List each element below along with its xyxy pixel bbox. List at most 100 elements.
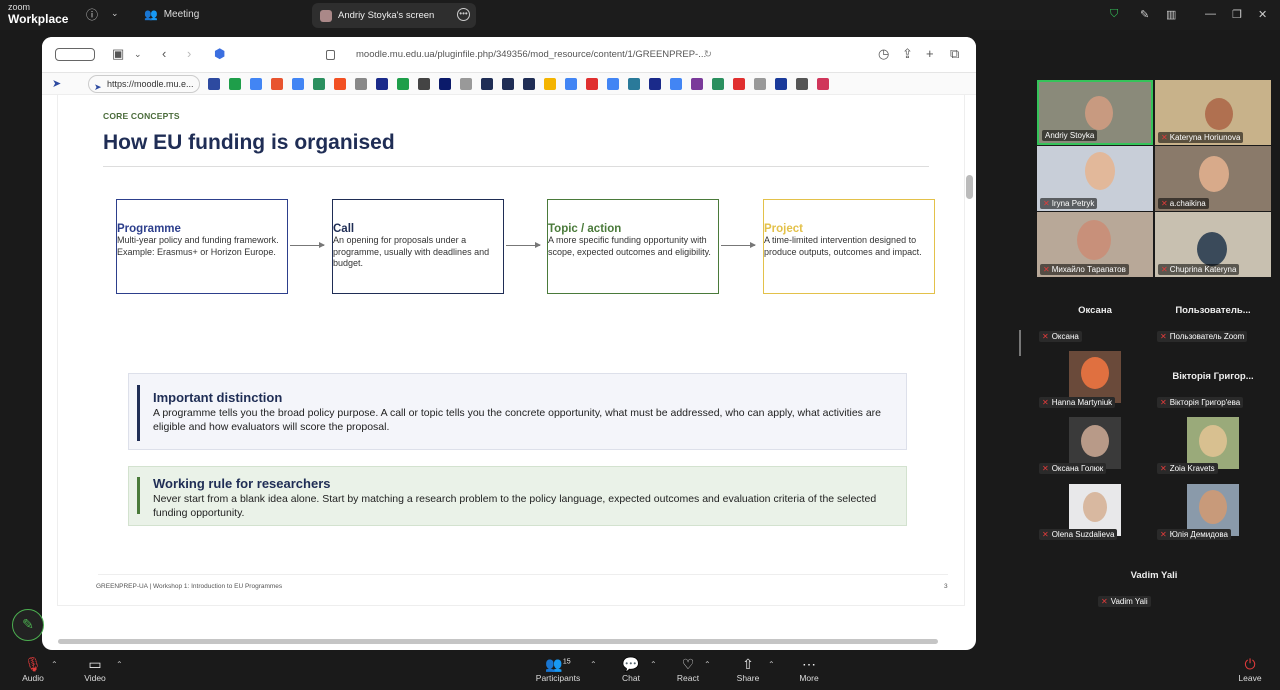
favicon-icon[interactable] [481, 78, 493, 90]
favicon-icon[interactable] [439, 78, 451, 90]
favicon-icon[interactable] [565, 78, 577, 90]
tab-overview-icon[interactable]: ▣ [112, 46, 124, 62]
new-tab-icon[interactable]: + [926, 46, 934, 61]
sidebar-toggle-icon[interactable] [55, 48, 95, 61]
annotate-pen-icon[interactable]: ✎ [12, 609, 44, 641]
favicon-icon[interactable] [355, 78, 367, 90]
minimize-icon[interactable]: — [1205, 8, 1216, 20]
participant-name[interactable]: ✕ Hanna Martyniuk [1039, 397, 1116, 408]
pen-icon[interactable]: ✎ [1140, 8, 1149, 21]
brand-top: zoom [8, 2, 31, 12]
favicon-icon[interactable] [418, 78, 430, 90]
favicon-icon[interactable] [376, 78, 388, 90]
more-button[interactable]: ⋯ More [784, 656, 834, 683]
favicon-icon[interactable] [775, 78, 787, 90]
chevron-down-icon[interactable]: ⌄ [111, 8, 119, 19]
favicon-icon[interactable] [502, 78, 514, 90]
bookmark-moodle[interactable]: ➤ https://moodle.mu.e... [88, 75, 200, 93]
favicon-icon[interactable] [334, 78, 346, 90]
video-tile[interactable]: ✕ Kateryna Horiunova [1155, 80, 1271, 145]
back-icon[interactable]: ‹ [162, 46, 166, 61]
video-tile[interactable]: Andriy Stoyka [1037, 80, 1153, 145]
layout-icon[interactable]: ▥ [1166, 8, 1176, 21]
concept-box-topic: Topic / action A more specific funding o… [547, 199, 719, 294]
info-icon[interactable]: ⓘ [86, 6, 98, 23]
favicon-icon[interactable] [796, 78, 808, 90]
address-bar[interactable]: moodle.mu.edu.ua/pluginfile.php/349356/m… [322, 46, 712, 64]
participant-name[interactable]: ✕ Юлія Демидова [1157, 529, 1231, 540]
forward-icon[interactable]: › [187, 46, 191, 61]
vertical-scrollbar[interactable] [966, 175, 973, 199]
mic-muted-icon: ✕ [1161, 199, 1168, 208]
gallery-scrollbar[interactable] [1019, 330, 1021, 356]
share-button[interactable]: ⇧ Share [723, 656, 773, 683]
favicon-icon[interactable] [607, 78, 619, 90]
chevron-up-icon[interactable]: ⌃ [704, 660, 711, 669]
close-icon[interactable]: ✕ [1258, 8, 1267, 21]
participant-name[interactable]: ✕ Vadim Yali [1098, 596, 1151, 607]
participant-name[interactable]: ✕ Оксана [1039, 331, 1082, 342]
reload-icon[interactable]: ↻ [704, 46, 712, 64]
mic-muted-icon: ✕ [1160, 332, 1167, 341]
video-tile[interactable]: ✕ Михайло Тарапатов [1037, 212, 1153, 277]
favicon-icon[interactable] [271, 78, 283, 90]
chevron-up-icon[interactable]: ⌃ [768, 660, 775, 669]
participants-button[interactable]: 👥15 Participants [532, 656, 584, 683]
favicon-icon[interactable] [313, 78, 325, 90]
participant-label: Vadim Yali [1130, 570, 1178, 581]
favicon-icon[interactable] [649, 78, 661, 90]
video-tile[interactable]: ✕ a.chaikina [1155, 146, 1271, 211]
favicon-icon[interactable] [817, 78, 829, 90]
favicon-icon[interactable] [754, 78, 766, 90]
concept-body: A time-limited intervention designed to … [764, 235, 922, 257]
bird-icon: ➤ [94, 82, 102, 92]
participant-video [1205, 98, 1233, 130]
favicon-icon[interactable] [397, 78, 409, 90]
chevron-up-icon[interactable]: ⌃ [650, 660, 657, 669]
tabs-icon[interactable]: ⧉ [950, 46, 959, 62]
video-tile[interactable]: ✕ Iryna Petryk [1037, 146, 1153, 211]
leave-button[interactable]: ⏻ Leave [1230, 656, 1270, 683]
shield-icon[interactable]: ⛉ [1110, 8, 1118, 21]
more-options-icon[interactable]: ••• [457, 8, 470, 21]
favicon-icon[interactable] [208, 78, 220, 90]
chat-icon: 💬 [622, 656, 640, 672]
mic-muted-icon: ✕ [1101, 597, 1108, 606]
favicon-icon[interactable] [712, 78, 724, 90]
favicon-icon[interactable] [733, 78, 745, 90]
mic-muted-icon: ✕ [1042, 464, 1049, 473]
participant-name[interactable]: ✕ Пользователь Zoom [1157, 331, 1248, 342]
favicon-icon[interactable] [544, 78, 556, 90]
restore-icon[interactable]: ❐ [1232, 8, 1242, 21]
favicon-icon[interactable] [460, 78, 472, 90]
chevron-up-icon[interactable]: ⌃ [51, 660, 58, 669]
shared-screen-tab[interactable]: Andriy Stoyka's screen ••• [312, 3, 476, 28]
participant-name[interactable]: ✕ Вікторія Григор'ева [1157, 397, 1244, 408]
participant-name[interactable]: ✕ Zoia Kravets [1157, 463, 1218, 474]
participant-name[interactable]: ✕ Оксана Голюк [1039, 463, 1107, 474]
bookmark-icon[interactable]: ➤ [52, 77, 61, 90]
video-button[interactable]: ▭ Video [70, 656, 120, 683]
favicon-icon[interactable] [586, 78, 598, 90]
favicon-icon[interactable] [523, 78, 535, 90]
mic-muted-icon: ✕ [1160, 530, 1167, 539]
favicon-icon[interactable] [250, 78, 262, 90]
share-icon[interactable]: ⇪ [902, 46, 913, 62]
horizontal-scrollbar[interactable] [58, 639, 938, 644]
meeting-label: Meeting [163, 9, 200, 20]
meeting-indicator[interactable]: 👥 Meeting [144, 8, 199, 21]
chevron-up-icon[interactable]: ⌃ [590, 660, 597, 669]
shared-screen[interactable]: ▣ ⌄ ‹ › ⬢ moodle.mu.edu.ua/pluginfile.ph… [42, 37, 976, 650]
chat-button[interactable]: 💬 Chat [606, 656, 656, 683]
participant-name[interactable]: ✕ Olena Suzdalieva [1039, 529, 1118, 540]
video-tile[interactable]: ✕ Chuprina Kateryna [1155, 212, 1271, 277]
chevron-down-icon[interactable]: ⌄ [134, 49, 142, 60]
favicon-icon[interactable] [670, 78, 682, 90]
favicon-icon[interactable] [292, 78, 304, 90]
chevron-up-icon[interactable]: ⌃ [116, 660, 123, 669]
privacy-shield-icon[interactable]: ⬢ [214, 46, 225, 62]
history-icon[interactable]: ◷ [878, 46, 889, 62]
favicon-icon[interactable] [229, 78, 241, 90]
favicon-icon[interactable] [691, 78, 703, 90]
favicon-icon[interactable] [628, 78, 640, 90]
